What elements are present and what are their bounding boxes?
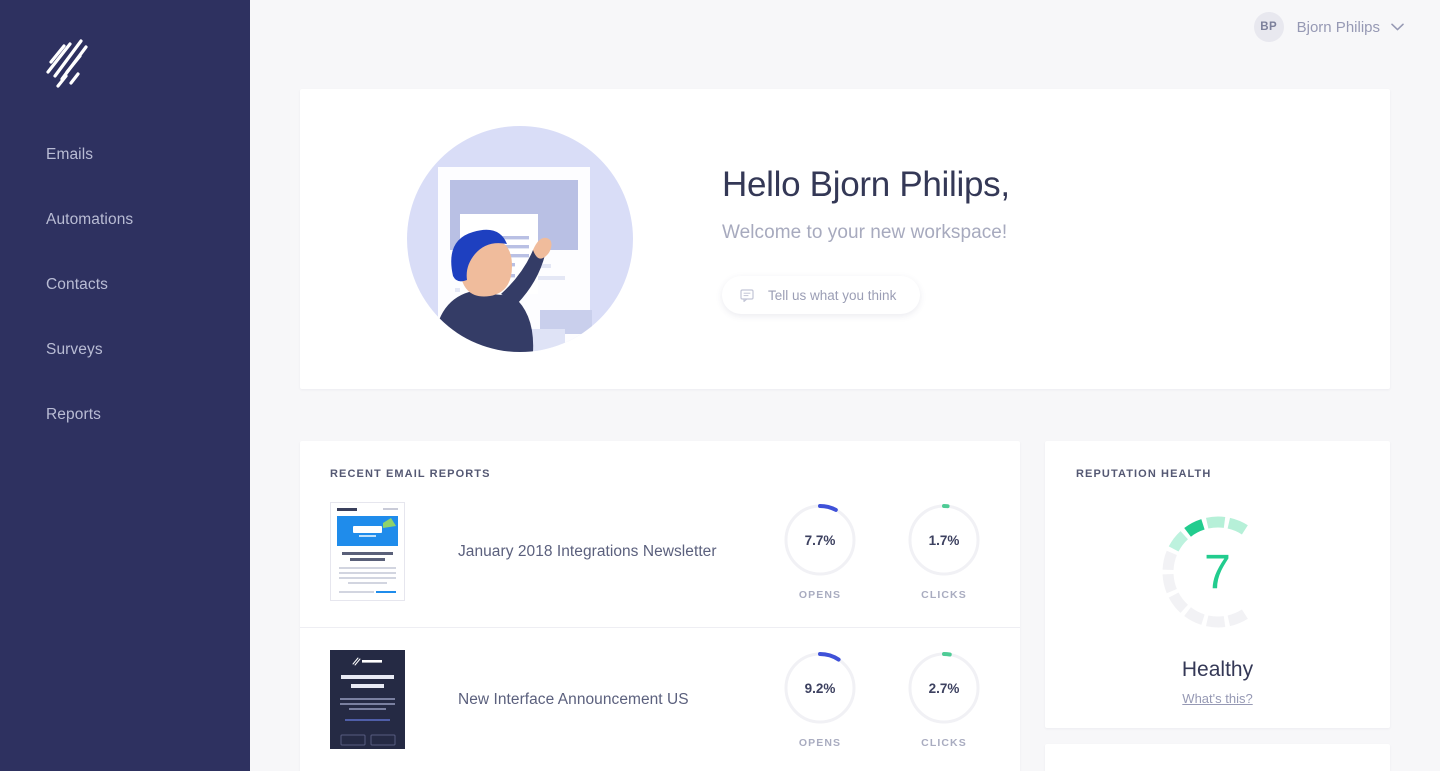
reputation-health-card: REPUTATION HEALTH 7 Healthy What's this? <box>1045 441 1390 728</box>
top-bar: BP Bjorn Philips <box>250 0 1440 54</box>
report-title[interactable]: New Interface Announcement US <box>458 691 782 709</box>
metric-opens: 7.7% OPENS <box>782 502 858 601</box>
clicks-caption: CLICKS <box>921 737 967 749</box>
chevron-down-icon <box>1391 23 1404 31</box>
sidebar-item-contacts[interactable]: Contacts <box>0 262 250 307</box>
table-row[interactable]: January 2018 Integrations Newsletter 7.7… <box>300 480 1020 601</box>
clicks-donut-chart: 2.7% <box>906 650 982 726</box>
reputation-status: Healthy <box>1181 658 1254 681</box>
email-thumbnail-freshbooks[interactable] <box>330 502 405 601</box>
benchmark-logo[interactable] <box>40 28 96 88</box>
metric-opens: 9.2% OPENS <box>782 650 858 749</box>
recent-email-reports-label: RECENT EMAIL REPORTS <box>330 468 491 480</box>
hero-text-block: Hello Bjorn Philips, Welcome to your new… <box>722 164 1010 314</box>
report-title[interactable]: January 2018 Integrations Newsletter <box>458 543 782 561</box>
sidebar-item-reports[interactable]: Reports <box>0 392 250 437</box>
sidebar-item-emails[interactable]: Emails <box>0 132 250 177</box>
clicks-donut-chart: 1.7% <box>906 502 982 578</box>
opens-value: 9.2% <box>804 680 836 696</box>
report-metrics: 7.7% OPENS 1.7% CLICKS <box>782 502 982 601</box>
opens-donut-chart: 9.2% <box>782 650 858 726</box>
reputation-health-label: REPUTATION HEALTH <box>1076 468 1212 480</box>
main-content: BP Bjorn Philips Hello Bjorn Philips, We… <box>250 0 1440 771</box>
recent-email-reports-card: RECENT EMAIL REPORTS January 2018 Integr… <box>300 441 1020 771</box>
secondary-panel-card <box>1045 744 1390 771</box>
metric-clicks: 1.7% CLICKS <box>906 502 982 601</box>
whats-this-link[interactable]: What's this? <box>1182 691 1252 706</box>
table-row[interactable]: New Interface Announcement US 9.2% OPENS <box>300 627 1020 749</box>
app-root: Emails Automations Contacts Surveys Repo… <box>0 0 1440 771</box>
sidebar: Emails Automations Contacts Surveys Repo… <box>0 0 250 771</box>
reputation-gauge: 7 <box>1156 510 1280 634</box>
opens-donut-chart: 7.7% <box>782 502 858 578</box>
reputation-gauge-wrap: 7 Healthy What's this? <box>1045 510 1390 706</box>
feedback-button-label: Tell us what you think <box>768 287 897 303</box>
sidebar-item-automations[interactable]: Automations <box>0 197 250 242</box>
opens-caption: OPENS <box>798 589 842 601</box>
comment-bubble-icon <box>740 288 754 302</box>
tell-us-what-you-think-button[interactable]: Tell us what you think <box>722 276 921 314</box>
reputation-score: 7 <box>1204 545 1231 599</box>
clicks-value: 2.7% <box>928 680 960 696</box>
clicks-caption: CLICKS <box>921 589 967 601</box>
metric-clicks: 2.7% CLICKS <box>906 650 982 749</box>
logo-icon <box>46 39 88 88</box>
user-name-label: Bjorn Philips <box>1296 18 1380 36</box>
page-title: Hello Bjorn Philips, <box>722 165 1010 204</box>
hero-subtitle: Welcome to your new workspace! <box>722 222 1008 243</box>
welcome-hero-card: Hello Bjorn Philips, Welcome to your new… <box>300 89 1390 389</box>
report-metrics: 9.2% OPENS 2.7% CLICKS <box>782 650 982 749</box>
user-menu[interactable]: BP Bjorn Philips <box>1253 12 1404 42</box>
clicks-value: 1.7% <box>928 532 960 548</box>
sidebar-item-surveys[interactable]: Surveys <box>0 327 250 372</box>
opens-caption: OPENS <box>798 737 842 749</box>
avatar: BP <box>1253 12 1284 42</box>
person-holding-document-illustration <box>370 124 670 354</box>
opens-value: 7.7% <box>804 532 836 548</box>
sidebar-nav: Emails Automations Contacts Surveys Repo… <box>0 132 250 457</box>
email-thumbnail-interface-announcement[interactable] <box>330 650 405 749</box>
